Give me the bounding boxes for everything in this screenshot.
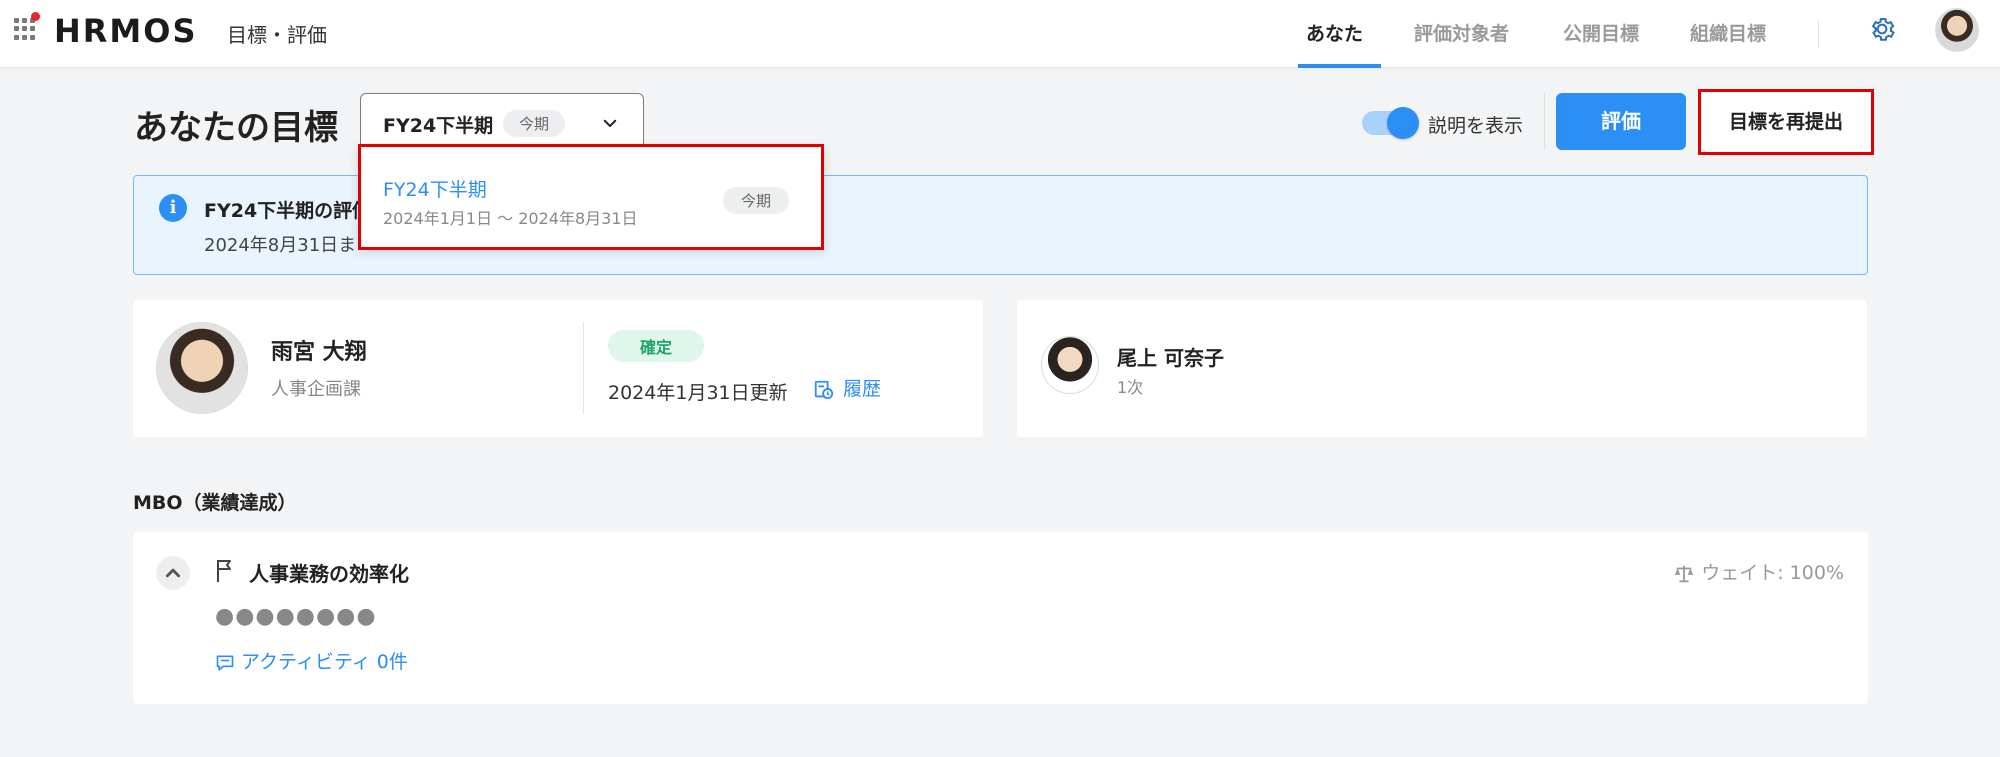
logo-dot-icon (31, 12, 40, 21)
user-avatar[interactable] (1935, 8, 1979, 52)
page-title: あなたの目標 (134, 108, 338, 148)
activity-link[interactable]: アクティビティ 0件 (215, 647, 408, 674)
top-bar: HRMOS 目標・評価 あなた 評価対象者 公開目標 組織目標 (0, 0, 2000, 68)
history-label[interactable]: 履歴 (843, 378, 881, 400)
toggle-knob[interactable] (1387, 107, 1419, 139)
updated-date: 2024年1月31日更新 (608, 382, 788, 404)
comment-icon (216, 655, 234, 670)
tab-public-goals[interactable]: 公開目標 (1563, 19, 1639, 46)
goal-weight: ウェイト: 100% (1673, 558, 1844, 585)
chevron-up-icon (165, 568, 181, 578)
goal-card: 人事業務の効率化 ウェイト: 100% ●●●●●●●● アクティビティ 0件 (133, 532, 1868, 704)
history-link[interactable]: 履歴 (813, 374, 881, 401)
current-period-badge: 今期 (503, 110, 566, 137)
app-name: 目標・評価 (227, 23, 327, 47)
user-department: 人事企画課 (271, 379, 361, 400)
logo[interactable]: HRMOS (54, 12, 198, 50)
activity-label[interactable]: アクティビティ 0件 (241, 651, 408, 673)
tab-you[interactable]: あなた (1306, 19, 1363, 46)
tab-evaluatees[interactable]: 評価対象者 (1414, 19, 1509, 46)
info-banner-title: FY24下半期の評価 (204, 200, 372, 222)
period-option-badge: 今期 (723, 187, 790, 214)
gear-icon[interactable] (1867, 14, 1897, 44)
info-icon: i (159, 194, 187, 222)
toggle-label: 説明を表示 (1428, 115, 1524, 137)
weight-label: ウェイト: 100% (1701, 562, 1844, 584)
evaluator-role: 1次 (1117, 378, 1144, 397)
nav-divider (1818, 20, 1819, 48)
chevron-down-icon (603, 119, 617, 127)
period-dropdown-menu: FY24下半期 2024年1月1日 〜 2024年8月31日 今期 (358, 144, 824, 250)
avatar (156, 322, 248, 414)
evaluate-button[interactable]: 評価 (1556, 93, 1686, 150)
scale-icon (1675, 565, 1694, 582)
evaluator-avatar (1041, 336, 1099, 394)
tab-org-goals[interactable]: 組織目標 (1690, 19, 1766, 46)
period-select[interactable]: FY24下半期 今期 (360, 93, 644, 151)
active-tab-indicator (1298, 64, 1381, 68)
evaluator-card: 尾上 可奈子 1次 (1017, 300, 1867, 437)
goal-title[interactable]: 人事業務の効率化 (249, 558, 409, 587)
period-option-range: 2024年1月1日 〜 2024年8月31日 (383, 209, 638, 228)
period-option-name[interactable]: FY24下半期 (383, 175, 487, 202)
history-icon (814, 380, 834, 399)
period-select-value: FY24下半期 (383, 115, 494, 137)
resubmit-goals-button[interactable]: 目標を再提出 (1698, 89, 1874, 155)
button-divider (1544, 92, 1545, 150)
user-name: 雨宮 大翔 (271, 340, 367, 365)
goal-description: ●●●●●●●● (215, 604, 377, 629)
info-banner-text: 2024年8月31日ま (204, 235, 357, 256)
collapse-button[interactable] (156, 556, 190, 590)
flag-icon (217, 560, 231, 582)
card-divider (583, 322, 584, 414)
status-badge: 確定 (608, 330, 705, 362)
section-title: MBO（業績達成） (133, 492, 297, 514)
user-card: 雨宮 大翔 人事企画課 確定 2024年1月31日更新 履歴 (133, 300, 983, 437)
apps-grid-icon[interactable] (14, 18, 36, 40)
evaluator-name: 尾上 可奈子 (1117, 346, 1224, 370)
